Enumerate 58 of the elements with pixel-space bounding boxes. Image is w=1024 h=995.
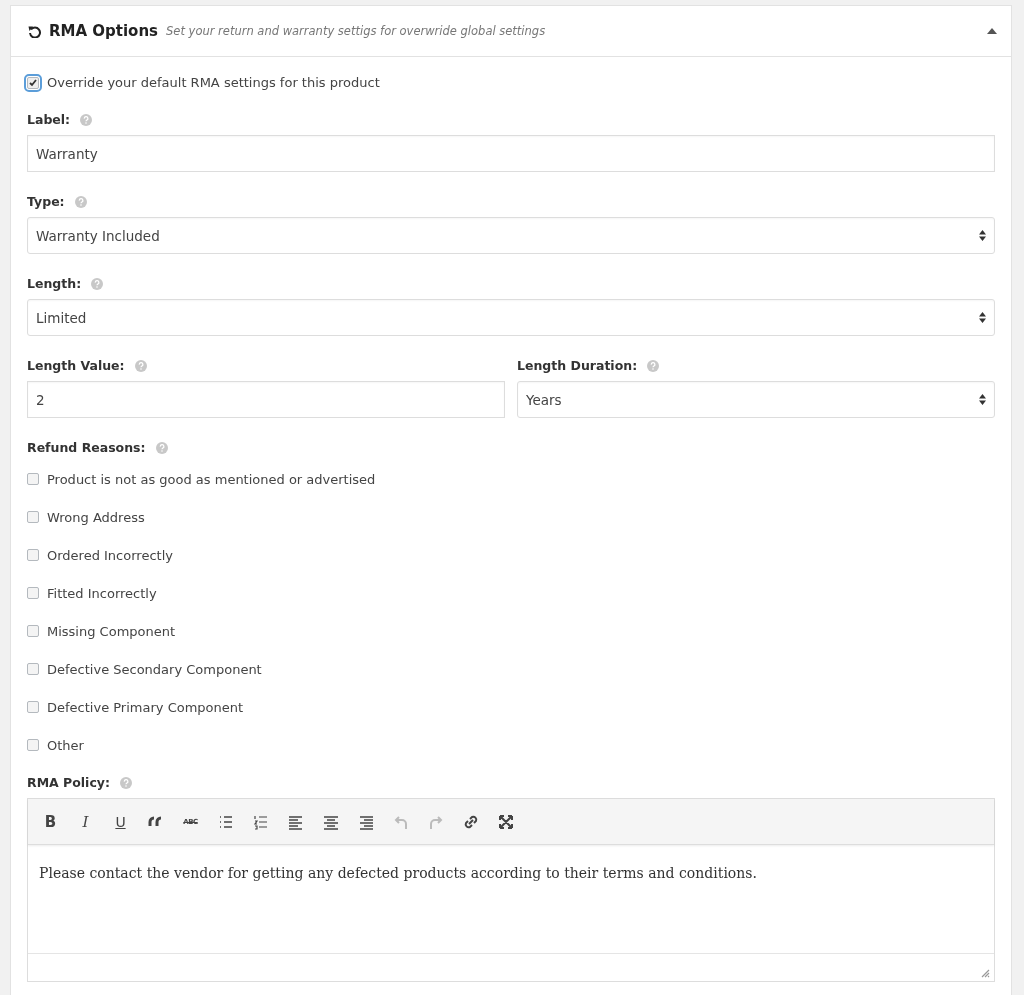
panel-title: RMA Options (49, 22, 159, 40)
checkbox-label: Defective Primary Component (47, 699, 244, 715)
help-icon[interactable] (74, 195, 87, 208)
checkbox[interactable] (27, 587, 39, 599)
italic-button[interactable]: I (71, 807, 100, 836)
align-center-icon (322, 813, 339, 830)
checkbox[interactable] (27, 739, 39, 751)
undo-icon (392, 813, 409, 830)
help-icon[interactable] (134, 359, 147, 372)
updown-arrows-icon (979, 312, 986, 323)
updown-arrows-icon (979, 394, 986, 405)
checkbox-label: Other (47, 737, 84, 753)
numbers-icon (252, 813, 269, 830)
checkbox[interactable] (27, 701, 39, 713)
field-label: Length Duration: (517, 358, 638, 373)
checkbox-label: Override your default RMA settings for this product (47, 75, 380, 90)
refresh-icon (28, 24, 41, 38)
editor-text[interactable]: Please contact the vendor for getting any defected products according to their terms and conditions. (28, 845, 994, 953)
resize-handle-icon[interactable] (981, 969, 990, 978)
checkbox[interactable] (27, 473, 39, 485)
bullets-icon (217, 813, 234, 830)
dropdown-select[interactable]: Limited (27, 299, 995, 336)
align-left-icon (287, 813, 304, 830)
align-right-icon (357, 813, 374, 830)
panel-subtitle: Set your return and warranty settigs for overwride global settings (166, 24, 546, 38)
help-icon[interactable] (119, 776, 132, 789)
link-icon (462, 813, 479, 830)
field-label: Label: (27, 112, 71, 127)
dropdown-select[interactable]: Warranty Included (27, 217, 995, 254)
checkbox-label: Ordered Incorrectly (47, 547, 173, 563)
field-label: Length Value: (27, 358, 125, 373)
field-label: Type: (27, 194, 65, 209)
help-icon[interactable] (647, 359, 660, 372)
help-icon[interactable] (80, 113, 93, 126)
updown-arrows-icon (979, 230, 986, 241)
field-label: Length: (27, 276, 82, 291)
collapse-caret-icon[interactable] (987, 28, 997, 34)
help-icon[interactable] (91, 277, 104, 290)
checkbox[interactable] (27, 76, 39, 89)
field-label: RMA Policy: (27, 775, 110, 790)
checkbox-label: Missing Component (47, 623, 176, 639)
checkbox[interactable] (27, 549, 39, 561)
checkbox[interactable] (27, 511, 39, 523)
text-field[interactable]: Warranty (27, 135, 995, 172)
checkbox-label: Defective Secondary Component (47, 661, 262, 677)
dropdown-select[interactable]: Years (517, 381, 995, 418)
checkbox-label: Fitted Incorrectly (47, 585, 157, 601)
text-field[interactable]: 2 (27, 381, 505, 418)
redo-icon (427, 813, 444, 830)
fullscreen-icon (497, 813, 514, 830)
checkbox[interactable] (27, 625, 39, 637)
field-label: Refund Reasons: (27, 440, 146, 455)
help-icon[interactable] (155, 441, 168, 454)
checkbox-label: Product is not as good as mentioned or advertised (47, 471, 376, 487)
bold-button[interactable]: B (36, 807, 65, 836)
checkbox-label: Wrong Address (47, 509, 145, 525)
underline-button[interactable]: U (106, 807, 135, 836)
checkbox[interactable] (27, 663, 39, 675)
